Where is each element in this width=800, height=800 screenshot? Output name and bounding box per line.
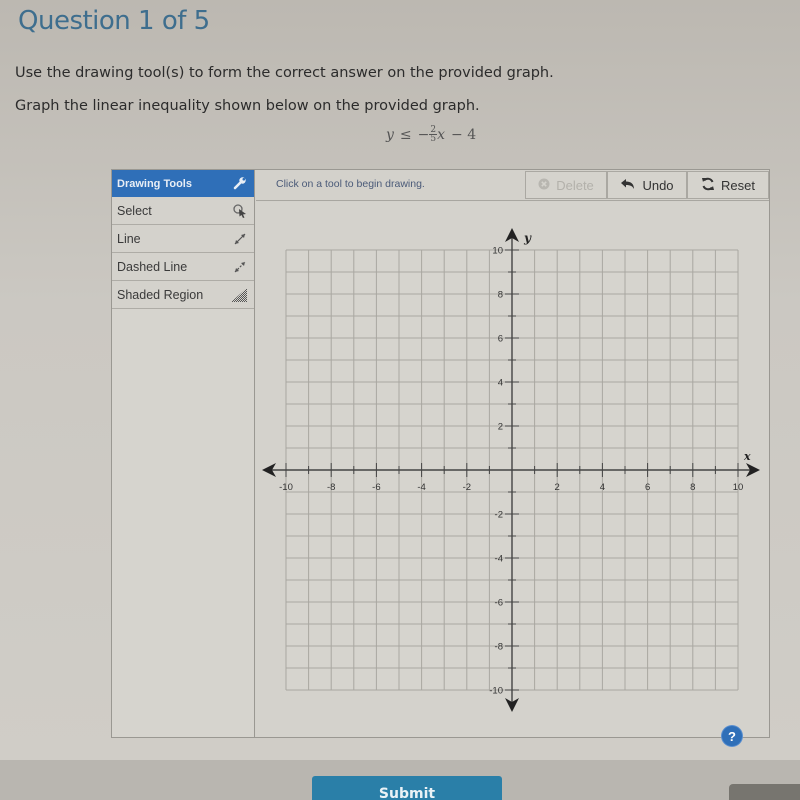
x-tick-label: 6 [645, 482, 650, 493]
y-tick-label: -2 [495, 510, 503, 521]
x-tick-label: -8 [327, 482, 335, 493]
delete-label: Delete [556, 177, 594, 193]
reset-label: Reset [721, 177, 755, 193]
x-tick-label: 10 [733, 482, 744, 493]
submit-button[interactable]: Submit [312, 776, 502, 800]
tool-label: Shaded Region [117, 287, 204, 302]
tool-label: Dashed Line [117, 259, 188, 274]
dashed-line-arrows-icon [232, 259, 248, 278]
coordinate-plane[interactable]: -10 -8 -6 -4 -2 2 4 6 8 10 10 8 6 4 2 -2 -4 -6 -8 -10 x y [256, 202, 770, 737]
drawing-tools-title: Drawing Tools [117, 177, 192, 190]
tool-label: Select [117, 203, 152, 218]
shaded-region-icon [230, 287, 248, 306]
x-tick-label: 4 [600, 482, 605, 493]
select-pointer-icon [232, 203, 248, 222]
graphing-widget: Drawing Tools Select Line Dashed Line Sh… [111, 169, 770, 738]
reset-button[interactable]: Reset [687, 171, 769, 199]
y-tick-label: -6 [495, 598, 503, 609]
delete-button[interactable]: Delete [525, 171, 607, 199]
wrench-icon [233, 176, 247, 193]
x-tick-label: -6 [372, 482, 380, 493]
status-message: Click on a tool to begin drawing. [276, 178, 425, 190]
undo-label: Undo [642, 177, 674, 193]
x-tick-label: 2 [555, 482, 560, 493]
undo-button[interactable]: Undo [607, 171, 687, 199]
undo-icon [620, 178, 636, 193]
prompt-text: Graph the linear inequality shown below … [15, 98, 480, 114]
fraction-denominator: 5 [430, 134, 437, 144]
line-arrows-icon [232, 231, 248, 250]
y-tick-label: -8 [495, 642, 503, 653]
y-tick-label: 8 [498, 290, 503, 301]
drawing-tools-header[interactable]: Drawing Tools [112, 170, 254, 197]
y-axis-label: y [523, 231, 532, 245]
inequality-variable: x [437, 126, 446, 143]
y-tick-label: 10 [492, 246, 503, 257]
inequality-lhs: y [386, 126, 394, 143]
instruction-text: Use the drawing tool(s) to form the corr… [15, 65, 554, 81]
inequality-constant: − 4 [451, 126, 477, 143]
tool-shaded-region[interactable]: Shaded Region [112, 281, 254, 309]
tool-label: Line [117, 231, 141, 246]
tool-select[interactable]: Select [112, 197, 254, 225]
graph-canvas-area[interactable]: -10 -8 -6 -4 -2 2 4 6 8 10 10 8 6 4 2 -2 -4 -6 -8 -10 x y [256, 202, 769, 737]
inequality-expression: y ≤ − 2 5 x − 4 [386, 126, 477, 144]
x-tick-label: -2 [463, 482, 471, 493]
delete-icon [538, 178, 550, 193]
drawing-tools-panel: Drawing Tools Select Line Dashed Line Sh… [112, 170, 255, 737]
y-tick-label: 6 [498, 334, 503, 345]
graph-toolbar: Click on a tool to begin drawing. Delete… [256, 170, 769, 201]
tool-line[interactable]: Line [112, 225, 254, 253]
question-header: Question 1 of 5 [18, 6, 210, 36]
next-button[interactable] [729, 784, 800, 800]
fraction: 2 5 [429, 126, 438, 144]
y-tick-label: -10 [489, 686, 503, 697]
reset-icon [701, 177, 715, 194]
x-tick-label: 8 [690, 482, 695, 493]
tool-dashed-line[interactable]: Dashed Line [112, 253, 254, 281]
x-axis-label: x [743, 450, 751, 463]
inequality-sign: − [417, 126, 430, 143]
x-tick-label: -4 [417, 482, 425, 493]
x-tick-label: -10 [279, 482, 293, 493]
y-tick-label: 4 [498, 378, 503, 389]
y-tick-label: -4 [495, 554, 503, 565]
help-button[interactable]: ? [722, 726, 742, 746]
y-tick-label: 2 [498, 422, 503, 433]
inequality-relation: ≤ [399, 126, 412, 143]
